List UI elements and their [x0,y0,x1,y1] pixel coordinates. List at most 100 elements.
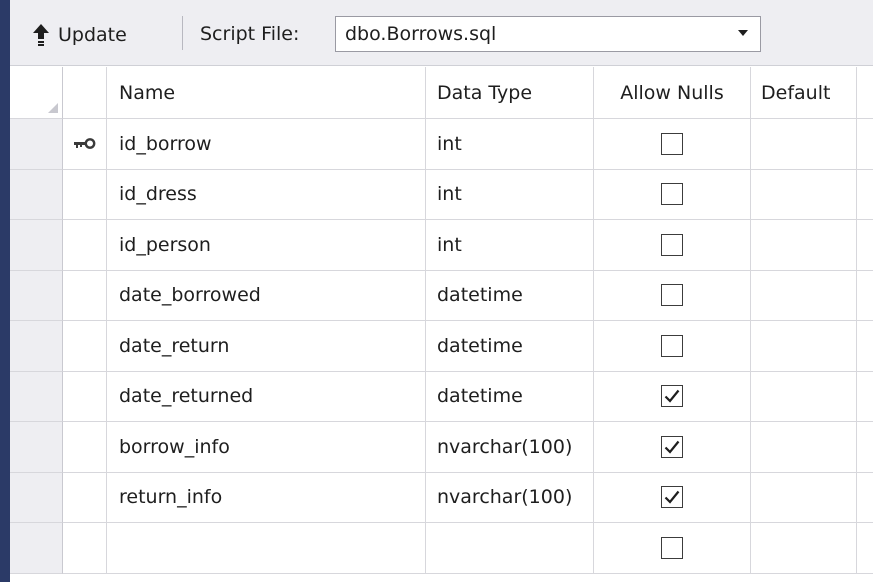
key-header-cell [63,67,107,119]
allow-nulls-cell [594,371,751,422]
row-selector[interactable] [10,371,63,422]
key-cell [63,321,107,372]
corner-triangle-icon [48,103,58,113]
script-file-value: dbo.Borrows.sql [345,23,497,45]
column-name-cell[interactable]: id_borrow [107,119,426,170]
allow-nulls-checkbox[interactable] [661,486,683,509]
column-header-allow-nulls[interactable]: Allow Nulls [594,67,751,119]
default-value-cell[interactable] [751,220,857,271]
checkmark-icon [664,491,680,504]
toolbar-separator [182,16,183,50]
column-header-data-type[interactable]: Data Type [426,67,594,119]
table-row [10,523,873,574]
data-type-cell[interactable] [426,523,594,574]
update-label: Update [58,24,127,46]
row-selector[interactable] [10,422,63,473]
data-type-cell[interactable]: datetime [426,371,594,422]
allow-nulls-checkbox[interactable] [661,233,683,256]
select-all-cell[interactable] [10,67,63,119]
row-filler [857,523,873,574]
row-selector[interactable] [10,523,63,574]
key-cell [63,119,107,170]
key-cell [63,422,107,473]
checkmark-icon [664,440,680,454]
row-filler [857,372,873,422]
data-type-cell[interactable]: int [426,169,594,220]
default-value-cell[interactable] [751,169,857,220]
row-filler [857,321,873,372]
allow-nulls-checkbox[interactable] [661,536,683,559]
row-filler [857,220,873,271]
table-designer: Update Script File: dbo.Borrows.sql Name… [0,0,873,582]
allow-nulls-checkbox[interactable] [661,284,683,307]
designer-toolbar: Update Script File: dbo.Borrows.sql [10,0,873,66]
table-row: id_person int [10,220,873,271]
row-filler [857,119,873,170]
row-selector[interactable] [10,321,63,372]
row-filler [857,271,873,321]
key-cell [63,523,107,574]
default-value-cell[interactable] [751,321,857,372]
allow-nulls-cell [594,321,751,372]
column-name-cell[interactable]: date_returned [107,371,426,422]
default-value-cell[interactable] [751,422,857,473]
default-value-cell[interactable] [751,371,857,422]
script-file-label: Script File: [200,23,300,45]
column-name-cell[interactable]: date_borrowed [107,270,426,321]
key-cell [63,220,107,271]
script-file-dropdown[interactable]: dbo.Borrows.sql [335,16,761,52]
default-value-cell[interactable] [751,472,857,523]
columns-grid: Name Data Type Allow Nulls Default id_bo… [10,67,873,582]
data-type-cell[interactable]: int [426,220,594,271]
grid-header-row: Name Data Type Allow Nulls Default [10,67,873,119]
row-selector[interactable] [10,169,63,220]
allow-nulls-cell [594,523,751,574]
data-type-cell[interactable]: datetime [426,321,594,372]
allow-nulls-cell [594,220,751,271]
row-selector[interactable] [10,270,63,321]
data-type-cell[interactable]: int [426,119,594,170]
row-filler [857,170,873,220]
data-type-cell[interactable]: nvarchar(100) [426,422,594,473]
column-name-cell[interactable]: id_dress [107,169,426,220]
allow-nulls-checkbox[interactable] [661,132,683,155]
column-name-cell[interactable] [107,523,426,574]
allow-nulls-cell [594,422,751,473]
column-header-default[interactable]: Default [751,67,857,119]
primary-key-icon [73,133,96,155]
table-row: date_borrowed datetime [10,270,873,321]
column-header-name[interactable]: Name [107,67,426,119]
chevron-down-icon [738,30,748,36]
data-type-cell[interactable]: nvarchar(100) [426,472,594,523]
row-filler [857,473,873,523]
window-edge [0,0,10,582]
column-name-cell[interactable]: date_return [107,321,426,372]
table-row: return_info nvarchar(100) [10,472,873,523]
default-value-cell[interactable] [751,119,857,170]
row-filler [857,422,873,473]
row-selector[interactable] [10,220,63,271]
table-row: date_returned datetime [10,371,873,422]
update-button[interactable]: Update [32,18,127,52]
row-selector[interactable] [10,472,63,523]
allow-nulls-checkbox[interactable] [661,183,683,206]
row-selector[interactable] [10,119,63,170]
checkmark-icon [664,390,680,403]
key-cell [63,472,107,523]
default-value-cell[interactable] [751,270,857,321]
data-type-cell[interactable]: datetime [426,270,594,321]
key-cell [63,270,107,321]
default-value-cell[interactable] [751,523,857,574]
column-name-cell[interactable]: id_person [107,220,426,271]
allow-nulls-checkbox[interactable] [661,334,683,357]
column-name-cell[interactable]: borrow_info [107,422,426,473]
allow-nulls-checkbox[interactable] [661,435,683,458]
allow-nulls-cell [594,169,751,220]
table-row: id_borrow int [10,119,873,170]
table-row: id_dress int [10,169,873,220]
allow-nulls-checkbox[interactable] [661,385,683,408]
allow-nulls-cell [594,119,751,170]
column-name-cell[interactable]: return_info [107,472,426,523]
key-cell [63,371,107,422]
table-row: date_return datetime [10,321,873,372]
